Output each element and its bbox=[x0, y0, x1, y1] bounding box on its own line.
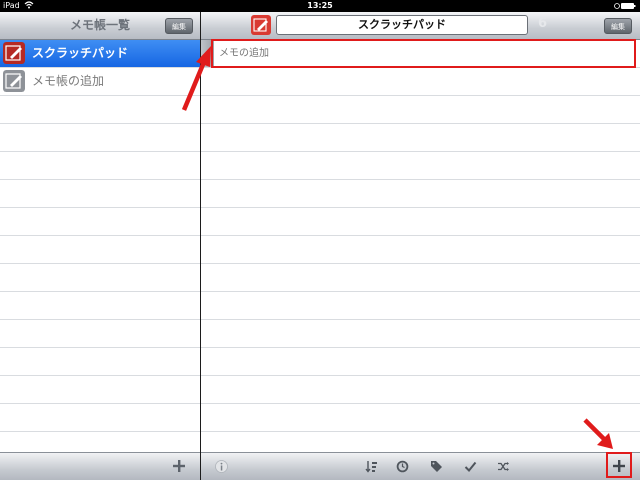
notebook-list-toolbar bbox=[0, 452, 200, 480]
notebook-list-navbar: メモ帳一覧 編集 bbox=[0, 12, 200, 40]
notebook-list: スクラッチパッド メモ帳の追加 bbox=[0, 40, 200, 452]
sort-icon[interactable] bbox=[365, 460, 378, 473]
clock-icon[interactable] bbox=[396, 460, 409, 473]
info-icon[interactable] bbox=[215, 460, 228, 473]
shuffle-icon[interactable] bbox=[497, 460, 510, 473]
notebook-icon bbox=[3, 42, 25, 64]
memo-toolbar bbox=[201, 452, 640, 480]
list-item-add-notebook[interactable]: メモ帳の追加 bbox=[0, 68, 200, 95]
memo-row-handle[interactable] bbox=[201, 40, 214, 67]
list-item-label: スクラッチパッド bbox=[32, 46, 129, 60]
add-memo-plus-icon[interactable] bbox=[612, 459, 626, 473]
checkmark-icon[interactable] bbox=[464, 460, 477, 473]
notebook-edit-button[interactable]: 編集 bbox=[165, 18, 193, 34]
memo-count-badge: 6 bbox=[538, 16, 548, 31]
add-memo-input[interactable] bbox=[219, 42, 631, 64]
memo-edit-button[interactable]: 編集 bbox=[604, 18, 632, 34]
add-notebook-icon bbox=[3, 70, 25, 92]
notebook-icon[interactable] bbox=[251, 15, 271, 35]
memo-list bbox=[201, 40, 640, 452]
list-item-scratchpad[interactable]: スクラッチパッド bbox=[0, 40, 200, 67]
battery-icon bbox=[614, 3, 636, 9]
add-notebook-plus-icon[interactable] bbox=[172, 459, 186, 473]
tag-icon[interactable] bbox=[430, 460, 443, 473]
clock: 13:25 bbox=[307, 1, 333, 10]
notebook-title-field[interactable]: スクラッチパッド bbox=[276, 15, 528, 35]
status-bar: iPad 13:25 bbox=[0, 0, 640, 12]
list-item-label: メモ帳の追加 bbox=[32, 74, 105, 88]
add-memo-row bbox=[201, 40, 640, 67]
